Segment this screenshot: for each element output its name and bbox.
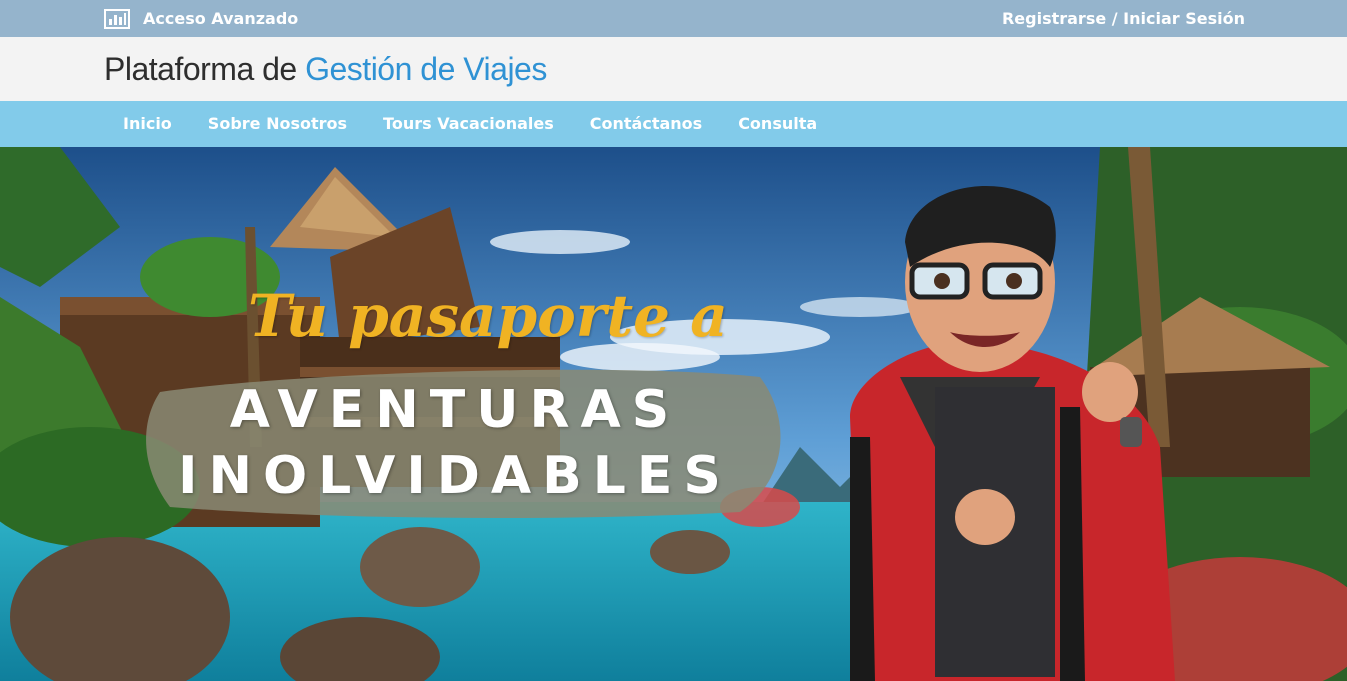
site-title[interactable]: Plataforma de Gestión de Viajes [104,51,547,88]
site-title-part2: Gestión de Viajes [305,51,547,87]
hero-tagline: Tu pasaporte a [248,282,728,350]
advanced-access-label: Acceso Avanzado [143,9,299,28]
hero-headline-line1: AVENTURAS [229,380,681,440]
nav-item-tours-vacacionales[interactable]: Tours Vacacionales [365,101,572,147]
hero-headline: AVENTURAS INOLVIDABLES [130,377,780,509]
top-bar: Acceso Avanzado Registrarse / Iniciar Se… [0,0,1347,37]
nav-item-consulta[interactable]: Consulta [720,101,835,147]
hero-banner: Tu pasaporte a AVENTURAS INOLVIDABLES [0,147,1347,681]
nav-item-contactanos[interactable]: Contáctanos [572,101,720,147]
nav-item-sobre-nosotros[interactable]: Sobre Nosotros [190,101,365,147]
hero-headline-line2: INOLVIDABLES [178,446,732,506]
site-title-part1: Plataforma de [104,51,306,87]
advanced-access-link[interactable]: Acceso Avanzado [104,0,298,37]
main-nav: Inicio Sobre Nosotros Tours Vacacionales… [0,101,1347,147]
bar-chart-icon [104,8,130,29]
register-login-link[interactable]: Registrarse / Iniciar Sesión [1002,0,1245,37]
nav-item-inicio[interactable]: Inicio [105,101,190,147]
brand-bar: Plataforma de Gestión de Viajes [0,37,1347,101]
